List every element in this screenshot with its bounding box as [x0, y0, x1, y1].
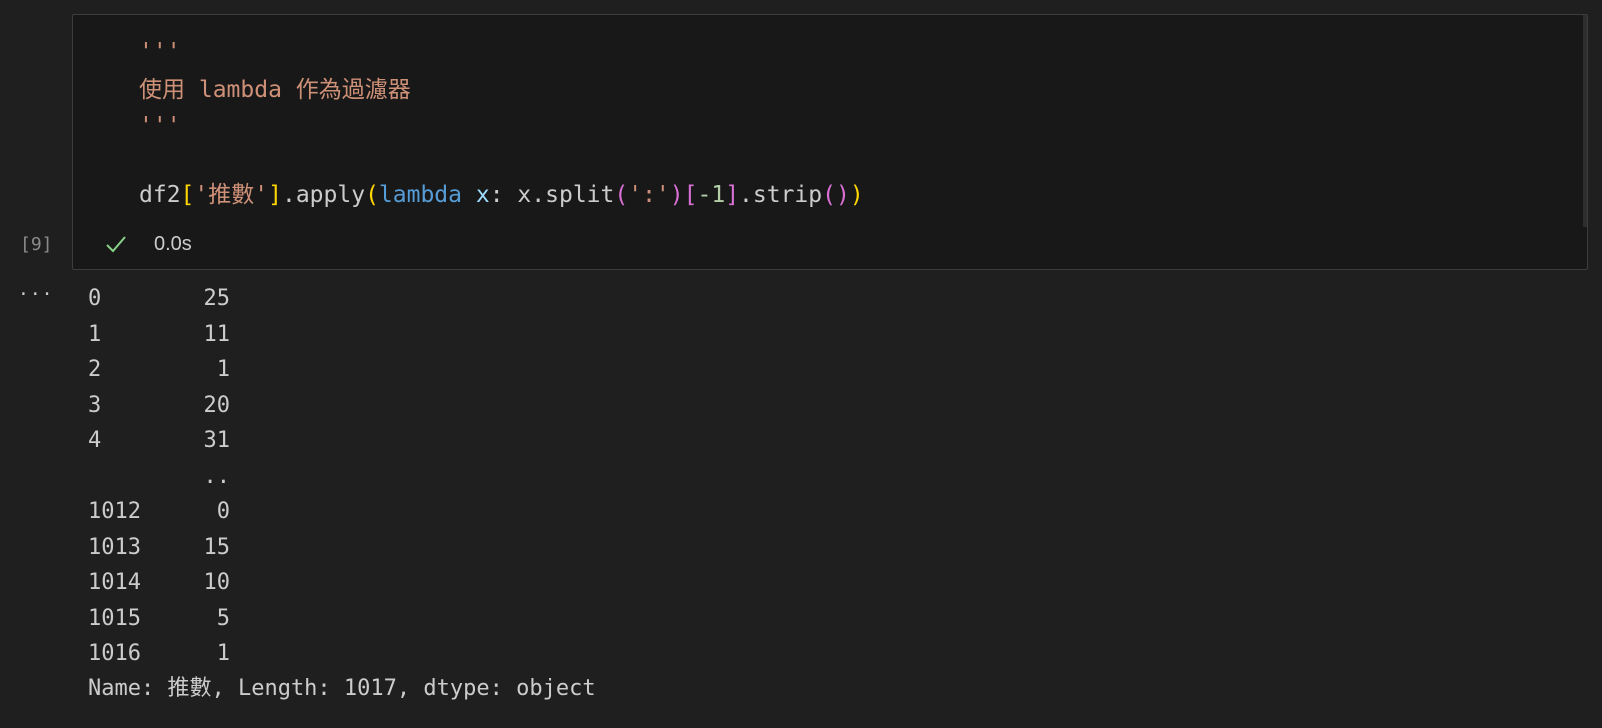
- code-token-df2: df2: [139, 182, 181, 208]
- row-index: 1: [88, 321, 102, 347]
- output-row: 4 31: [88, 428, 230, 464]
- row-index: 1015: [88, 605, 141, 631]
- row-index: 1016: [88, 641, 141, 666]
- output-row-ellipsis: ..: [88, 464, 231, 500]
- row-value: 1: [216, 641, 230, 666]
- code-token-string: ':': [628, 182, 670, 208]
- code-token-paren: (: [822, 182, 836, 208]
- output-row: 1014 10: [88, 570, 230, 606]
- code-cell-editor[interactable]: ''' 使用 lambda 作為過濾器 ''' df2['推數'].apply(…: [72, 14, 1588, 270]
- code-token-paren: (: [614, 182, 629, 208]
- row-value: 31: [203, 428, 231, 453]
- execution-count: [9]: [20, 234, 53, 255]
- output-row: 1013 15: [88, 534, 230, 571]
- code-token-paren: ): [669, 182, 684, 208]
- row-index: 3: [88, 392, 102, 418]
- output-row: 3 20: [88, 392, 230, 429]
- code-token-method: .strip: [739, 182, 823, 208]
- output-row: 1012 0: [88, 499, 230, 535]
- row-index: 0: [88, 286, 102, 311]
- code-token-string: '推數': [194, 182, 269, 208]
- code-token-method: : x.split: [489, 182, 615, 208]
- row-value: 1: [216, 357, 230, 382]
- output-more-actions[interactable]: ···: [18, 283, 54, 307]
- docstring-open: ''': [139, 39, 181, 65]
- row-value: 0: [216, 499, 230, 524]
- code-token-paren: (: [365, 182, 379, 208]
- docstring-close: ''': [139, 113, 181, 139]
- output-row: 1016 1: [88, 641, 230, 677]
- series-summary: Name: 推數, Length: 1017, dtype: object: [88, 676, 596, 701]
- code-token-number: -1: [697, 182, 726, 208]
- code-token-bracket: ]: [725, 182, 740, 208]
- row-value: 5: [216, 605, 230, 631]
- row-index: 1013: [88, 534, 141, 560]
- row-value: 20: [203, 392, 231, 418]
- row-index: 2: [88, 357, 102, 382]
- code-token-bracket: ]: [268, 182, 282, 208]
- row-index: 1014: [88, 570, 141, 595]
- output-row: 0 25: [88, 286, 230, 322]
- row-value: 11: [203, 321, 231, 347]
- docstring-text: 使用 lambda 作為過濾器: [139, 77, 411, 103]
- row-index: 1012: [88, 499, 141, 524]
- code-token-keyword: lambda: [378, 182, 463, 208]
- check-icon: [106, 236, 126, 253]
- execution-time: 0.0s: [154, 233, 192, 255]
- code-token-method: .apply: [281, 182, 366, 208]
- row-value: ..: [203, 463, 231, 489]
- code-token-paren: ): [849, 182, 864, 208]
- row-value: 10: [203, 570, 231, 595]
- editor-scrollbar[interactable]: [1583, 15, 1587, 227]
- row-value: 15: [203, 534, 231, 560]
- output-row: 1015 5: [88, 605, 230, 642]
- output-row: 1 11: [88, 321, 230, 358]
- code-token-paren: ): [836, 182, 850, 208]
- code-token-bracket: [: [683, 182, 698, 208]
- code-token-bracket: [: [180, 182, 195, 208]
- row-value: 25: [203, 286, 231, 311]
- row-index: 4: [88, 428, 102, 453]
- code-token-param: x: [475, 182, 490, 208]
- output-row: 2 1: [88, 357, 230, 393]
- code-line-apply: df2['推數'].apply(lambda x: x.split(':')[-…: [139, 180, 864, 210]
- cell-output: 0 25 1 11 2 1 3 20 4 31 .. 1012 0 1013 1…: [88, 286, 596, 701]
